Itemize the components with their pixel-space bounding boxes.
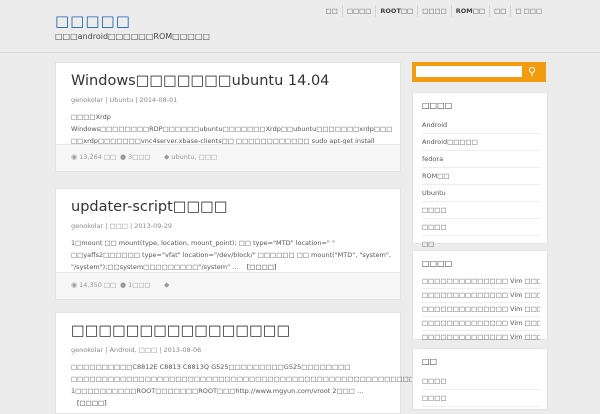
list-item[interactable]: □□□□□□□□□□□□□□ Vim □□□□□ — [422, 303, 540, 317]
post-card: Windows□□□□□□□ubuntu 14.04 genokolar | U… — [55, 62, 401, 172]
views-count: 14,350 □□ — [79, 281, 117, 289]
recent-list: □□□□□□□□□□□□□□ Vim □□□□□ □□□□□□□□□□□□□□ … — [422, 275, 540, 345]
post-card: □□□□□□□□□□□□□□□□ genokolar | Android, □□… — [55, 312, 433, 414]
comment-icon: ● — [120, 281, 127, 289]
nav-item-6[interactable]: □□ — [489, 5, 510, 17]
widget-title: □□□□ — [422, 101, 453, 110]
list-item[interactable]: □□□□ — [422, 373, 540, 390]
comments-stat[interactable]: ● 3□□□ — [120, 153, 151, 161]
tag-icon: ◆ — [164, 281, 170, 289]
nav-item-2[interactable]: □□□□ — [341, 5, 376, 17]
post-title[interactable]: updater-script□□□□ — [71, 199, 228, 215]
views-count: 13,264 □□ — [79, 153, 117, 161]
recent-widget: □□□□ □□□□□□□□□□□□□□ Vim □□ □□□ □□□□□□□□□□… — [412, 250, 548, 345]
eye-icon: ◉ — [71, 281, 78, 289]
search-input[interactable] — [416, 66, 522, 77]
nav-item-rom[interactable]: ROM□□ — [450, 5, 489, 17]
list-item[interactable]: Android□□□□□ — [422, 134, 540, 151]
tags-stat[interactable]: ◆ ubuntu, □□□ — [164, 153, 217, 161]
list-item[interactable]: □□□□□□□□□□□□□□ Vim □□□□□ — [422, 317, 540, 331]
list-item[interactable]: ROM□□ — [422, 168, 540, 185]
tag-icon: ◆ — [164, 153, 170, 161]
list-item[interactable]: □□□□□□□□□□□□□□ Vim □□□□□ — [422, 331, 540, 345]
comments-count: 1□□□ — [128, 281, 151, 289]
comments-count: 3□□□ — [128, 153, 151, 161]
list-item[interactable]: □□□□□□□□□□□□□□ Vim □□□□□ — [422, 275, 540, 289]
list-item[interactable]: Android — [422, 117, 540, 134]
eye-icon: ◉ — [71, 153, 78, 161]
post-tags: ubuntu, □□□ — [171, 153, 218, 161]
site-title[interactable]: □□□□□ — [55, 12, 131, 30]
list-item[interactable]: □□□□ — [422, 219, 540, 236]
archive-list: □□□□ □□□□ — [422, 373, 540, 407]
top-navigation: □□ □□□□ ROOT□□ □□□□ ROM□□ □□ □ □□□ — [322, 5, 546, 17]
views-stat: ◉ 13,264 □□ — [71, 153, 116, 161]
list-item[interactable]: fedora — [422, 151, 540, 168]
list-item[interactable]: □□□□ — [422, 202, 540, 219]
post-excerpt: □□□□□□□□□□C8812E C8813 C8813Q G525□□□□□□… — [71, 361, 433, 409]
post-excerpt-text: □□□□□□□□□□C8812E C8813 C8813Q G525□□□□□□… — [71, 363, 434, 395]
nav-item-7[interactable]: □ □□□ — [510, 5, 546, 17]
widget-title: □□ — [422, 357, 438, 366]
site-description: □□□android□□□□□□ROM□□□□□ — [55, 32, 210, 41]
tags-stat[interactable]: ◆ — [164, 281, 171, 289]
post-meta: genokolar | Android, □□□ | 2013-08-06 — [71, 346, 202, 354]
header: □□□□□ □□□android□□□□□□ROM□□□□□ □□ □□□□ R… — [0, 0, 600, 53]
post-excerpt-text: 1□mount □□ mount(type, location, mount_p… — [71, 239, 391, 271]
post-footer: ◉ 13,264 □□ ● 3□□□ ◆ ubuntu, □□□ — [56, 144, 400, 171]
categories-widget: □□□□ Android Android□□□□□ fedora ROM□□ U… — [412, 92, 548, 253]
nav-item-home[interactable]: □□ — [322, 5, 342, 17]
post-footer: ◉ 14,350 □□ ● 1□□□ ◆ — [56, 272, 400, 299]
comment-icon: ● — [120, 153, 127, 161]
post-meta: genokolar | Ubuntu | 2014-08-01 — [71, 96, 178, 104]
search-box: ⚲ — [412, 62, 546, 82]
list-item[interactable]: Ubuntu — [422, 185, 540, 202]
list-item[interactable]: □□□□ — [422, 390, 540, 407]
list-item[interactable]: □□□□□□□□□□□□□□ Vim □□□□□ — [422, 289, 540, 303]
category-list: Android Android□□□□□ fedora ROM□□ Ubuntu… — [422, 117, 540, 253]
post-excerpt: 1□mount □□ mount(type, location, mount_p… — [71, 237, 391, 273]
views-stat: ◉ 14,350 □□ — [71, 281, 116, 289]
read-more-link[interactable]: [□□□□] — [77, 399, 107, 407]
post-meta: genokolar | □□□ | 2013-09-29 — [71, 222, 173, 230]
widget-title: □□□□ — [422, 259, 453, 268]
comments-stat[interactable]: ● 1□□□ — [120, 281, 151, 289]
post-card: updater-script□□□□ genokolar | □□□ | 201… — [55, 188, 401, 300]
nav-item-4[interactable]: □□□□ — [417, 5, 451, 17]
read-more-link[interactable]: [□□□□] — [247, 263, 277, 271]
nav-item-root[interactable]: ROOT□□ — [375, 5, 417, 17]
post-title[interactable]: □□□□□□□□□□□□□□□□ — [71, 323, 290, 339]
search-icon[interactable]: ⚲ — [522, 65, 542, 79]
archive-widget: □□ □□□□ □□□□ — [412, 348, 548, 410]
post-title[interactable]: Windows□□□□□□□ubuntu 14.04 — [71, 73, 329, 89]
